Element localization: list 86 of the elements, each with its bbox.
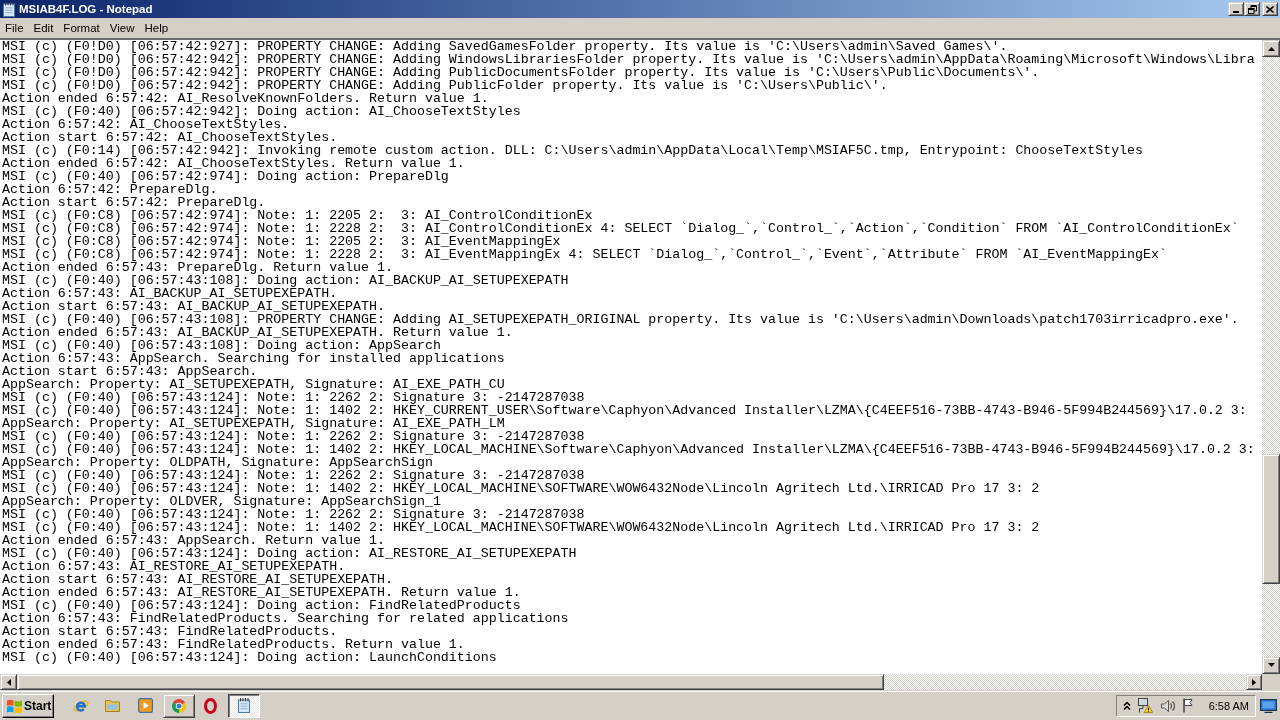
log-line: MSI (c) (F0:40) [06:57:43:124]: Note: 1: 1402 2: HKEY_CURRENT_USER\Software\Caphyon\Advanced Installer\LZMA\{C4EEF516-73BB-4743-B946-5F994B244569}\17.0.2 3:	[2, 404, 1247, 417]
scroll-right-button[interactable]	[1246, 674, 1262, 690]
log-line: MSI (c) (F0!D0) [06:57:42:942]: PROPERTY CHANGE: Adding WindowsLibrariesFolder property. Its value is 'C:\Users\admin\AppData\Roaming\Microsoft\Windows\Libra	[2, 53, 1255, 66]
log-line: MSI (c) (F0!D0) [06:57:42:942]: PROPERTY CHANGE: Adding PublicDocumentsFolder property. Its value is 'C:\Users\Public\Documents\'.	[2, 66, 1040, 79]
log-line: MSI (c) (F0:40) [06:57:43:124]: Note: 1: 1402 2: HKEY_LOCAL_MACHINE\SOFTWARE\WOW6432Node\Lincoln Agritech Ltd.\IRRICAD Pro 17 3: 2	[2, 482, 1040, 495]
down-arrow-icon	[1267, 663, 1275, 668]
scroll-down-button[interactable]	[1262, 657, 1280, 674]
log-line: MSI (c) (F0:14) [06:57:42:942]: Invoking remote custom action. DLL: C:\Users\admin\AppData\Local\Temp\MSIAF5C.tmp, Entrypoint: ChooseTextStyles	[2, 144, 1144, 157]
close-button[interactable]	[1262, 2, 1278, 16]
log-line: Action ended 6:57:43: AI_BACKUP_AI_SETUPEXEPATH. Return value 1.	[2, 326, 513, 339]
text-area[interactable]	[0, 40, 1262, 674]
start-button[interactable]: Start	[2, 693, 54, 718]
log-line: Action start 6:57:43: AppSearch.	[2, 365, 258, 378]
log-line: Action ended 6:57:43: PrepareDlg. Return value 1.	[2, 261, 393, 274]
up-arrow-icon	[1267, 46, 1275, 51]
log-line: AppSearch: Property: OLDPATH, Signature: AppSearchSign	[2, 456, 433, 469]
log-line: MSI (c) (F0:40) [06:57:43:108]: Doing action: AppSearch	[2, 339, 441, 352]
flag-logo-icon	[7, 698, 22, 713]
log-line: Action ended 6:57:43: FindRelatedProducts. Return value 1.	[2, 638, 465, 651]
restore-button[interactable]	[1244, 2, 1260, 16]
log-line: MSI (c) (F0:40) [06:57:43:124]: Doing action: LaunchConditions	[2, 651, 497, 664]
log-line: MSI (c) (F0:40) [06:57:42:942]: Doing action: AI_ChooseTextStyles	[2, 105, 521, 118]
log-line: MSI (c) (F0:40) [06:57:43:124]: Note: 1: 2262 2: Signature 3: -2147287038	[2, 430, 585, 443]
desktop-icon[interactable]	[1260, 698, 1277, 713]
log-line: Action start 6:57:42: PrepareDlg.	[2, 196, 266, 209]
log-line: MSI (c) (F0:40) [06:57:43:108]: PROPERTY CHANGE: Adding AI_SETUPEXEPATH_ORIGINAL property. Its value is 'C:\Users\admin\Downloads\patch1703irricadpro.exe'.	[2, 313, 1239, 326]
restore-icon	[1247, 4, 1257, 14]
log-line: Action 6:57:43: AI_BACKUP_AI_SETUPEXEPATH.	[2, 287, 338, 300]
menu-item[interactable]: Edit	[28, 19, 59, 37]
clock[interactable]: 6:58 AM	[1208, 699, 1249, 712]
log-line: MSI (c) (F0:40) [06:57:43:108]: Doing action: AI_BACKUP_AI_SETUPEXEPATH	[2, 274, 569, 287]
notepad-icon	[3, 1, 15, 17]
log-line: Action 6:57:43: AI_RESTORE_AI_SETUPEXEPATH.	[2, 560, 346, 573]
log-line: MSI (c) (F0:40) [06:57:43:124]: Note: 1: 2262 2: Signature 3: -2147287038	[2, 508, 585, 521]
log-line: Action ended 6:57:43: AI_RESTORE_AI_SETUPEXEPATH. Return value 1.	[2, 586, 521, 599]
right-arrow-icon	[1252, 678, 1256, 686]
network-warning-icon[interactable]	[1137, 698, 1153, 713]
vertical-scrollbar[interactable]	[1262, 40, 1280, 674]
horizontal-scrollbar[interactable]	[0, 674, 1262, 690]
log-line: Action ended 6:57:43: AppSearch. Return value 1.	[2, 534, 385, 547]
log-line: Action ended 6:57:42: AI_ChooseTextStyles. Return value 1.	[2, 157, 465, 170]
window-title: MSIAB4F.LOG - Notepad	[19, 3, 154, 15]
log-line: MSI (c) (F0:40) [06:57:43:124]: Note: 1: 1402 2: HKEY_LOCAL_MACHINE\Software\Caphyon\Advanced Installer\LZMA\{C4EEF516-73BB-4743-B946-5F994B244569}\17.0.2 3:	[2, 443, 1255, 456]
menu-item[interactable]: Format	[58, 19, 105, 37]
play-icon[interactable]	[138, 698, 153, 713]
log-line: Action start 6:57:43: AI_BACKUP_AI_SETUPEXEPATH.	[2, 300, 385, 313]
log-line: Action 6:57:43: AppSearch. Searching for installed applications	[2, 352, 505, 365]
menu-item[interactable]: Help	[139, 19, 174, 37]
log-line: MSI (c) (F0:40) [06:57:43:124]: Doing action: AI_RESTORE_AI_SETUPEXEPATH	[2, 547, 577, 560]
log-line: Action start 6:57:43: FindRelatedProducts.	[2, 625, 338, 638]
taskbar-button[interactable]	[228, 693, 260, 718]
close-icon	[1266, 5, 1274, 13]
log-line: AppSearch: Property: AI_SETUPEXEPATH, Signature: AI_EXE_PATH_CU	[2, 378, 505, 391]
log-line: Action start 6:57:43: AI_RESTORE_AI_SETUPEXEPATH.	[2, 573, 393, 586]
log-line: MSI (c) (F0:C8) [06:57:42:974]: Note: 1: 2205 2: 3: AI_ControlConditionEx	[2, 209, 593, 222]
log-line: MSI (c) (F0!D0) [06:57:42:927]: PROPERTY CHANGE: Adding SavedGamesFolder property. Its value is 'C:\Users\admin\Saved Games\'.	[2, 40, 1008, 53]
log-line: MSI (c) (F0:40) [06:57:43:124]: Note: 1: 1402 2: HKEY_LOCAL_MACHINE\SOFTWARE\WOW6432Node\Lincoln Agritech Ltd.\IRRICAD Pro 17 3: 2	[2, 521, 1040, 534]
menu-item[interactable]: View	[104, 19, 140, 37]
log-line: Action 6:57:42: AI_ChooseTextStyles.	[2, 118, 290, 131]
scroll-up-button[interactable]	[1262, 40, 1280, 57]
scroll-left-button[interactable]	[0, 674, 17, 690]
log-line: Action 6:57:42: PrepareDlg.	[2, 183, 218, 196]
double-chevron-up-icon[interactable]	[1122, 700, 1131, 711]
log-line: MSI (c) (F0!D0) [06:57:42:942]: PROPERTY CHANGE: Adding PublicFolder property. Its value is 'C:\Users\Public\'.	[2, 79, 888, 92]
left-arrow-icon	[6, 678, 11, 686]
log-line: MSI (c) (F0:C8) [06:57:42:974]: Note: 1: 2228 2: 3: AI_EventMappingEx 4: SELECT `Dialog_`,`Control_`,`Event`,`Attribute` FROM `AI_EventMappingEx`	[2, 248, 1167, 261]
menu-item[interactable]: File	[0, 19, 29, 37]
log-line: MSI (c) (F0:40) [06:57:43:124]: Note: 1: 2262 2: Signature 3: -2147287038	[2, 469, 585, 482]
log-line: Action ended 6:57:42: AI_ResolveKnownFolders. Return value 1.	[2, 92, 489, 105]
speaker-icon[interactable]	[1160, 699, 1175, 712]
notepad-icon	[238, 698, 250, 713]
ring-icon[interactable]	[204, 697, 217, 714]
scrollbar-thumb[interactable]	[17, 674, 884, 690]
log-line: MSI (c) (F0:40) [06:57:43:124]: Doing action: FindRelatedProducts	[2, 599, 521, 612]
log-line: AppSearch: Property: AI_SETUPEXEPATH, Signature: AI_EXE_PATH_LM	[2, 417, 505, 430]
flag-icon[interactable]	[1182, 698, 1193, 713]
log-line: MSI (c) (F0:C8) [06:57:42:974]: Note: 1: 2205 2: 3: AI_EventMappingEx	[2, 235, 561, 248]
log-line: MSI (c) (F0:40) [06:57:43:124]: Note: 1: 2262 2: Signature 3: -2147287038	[2, 391, 585, 404]
log-line: AppSearch: Property: OLDVER, Signature: AppSearchSign_1	[2, 495, 441, 508]
scrollbar-thumb[interactable]	[1262, 453, 1280, 585]
color-wheel-icon	[172, 698, 186, 713]
log-line: MSI (c) (F0:C8) [06:57:42:974]: Note: 1: 2228 2: 3: AI_ControlConditionEx 4: SELECT `Dialog_`,`Control_`,`Action`,`Condition` FROM `AI_ControlConditionEx`	[2, 222, 1239, 235]
log-line: Action 6:57:43: FindRelatedProducts. Searching for related applications	[2, 612, 569, 625]
minimize-button[interactable]	[1228, 2, 1244, 16]
log-line: Action start 6:57:42: AI_ChooseTextStyles.	[2, 131, 338, 144]
log-line: MSI (c) (F0:40) [06:57:42:974]: Doing action: PrepareDlg	[2, 170, 449, 183]
